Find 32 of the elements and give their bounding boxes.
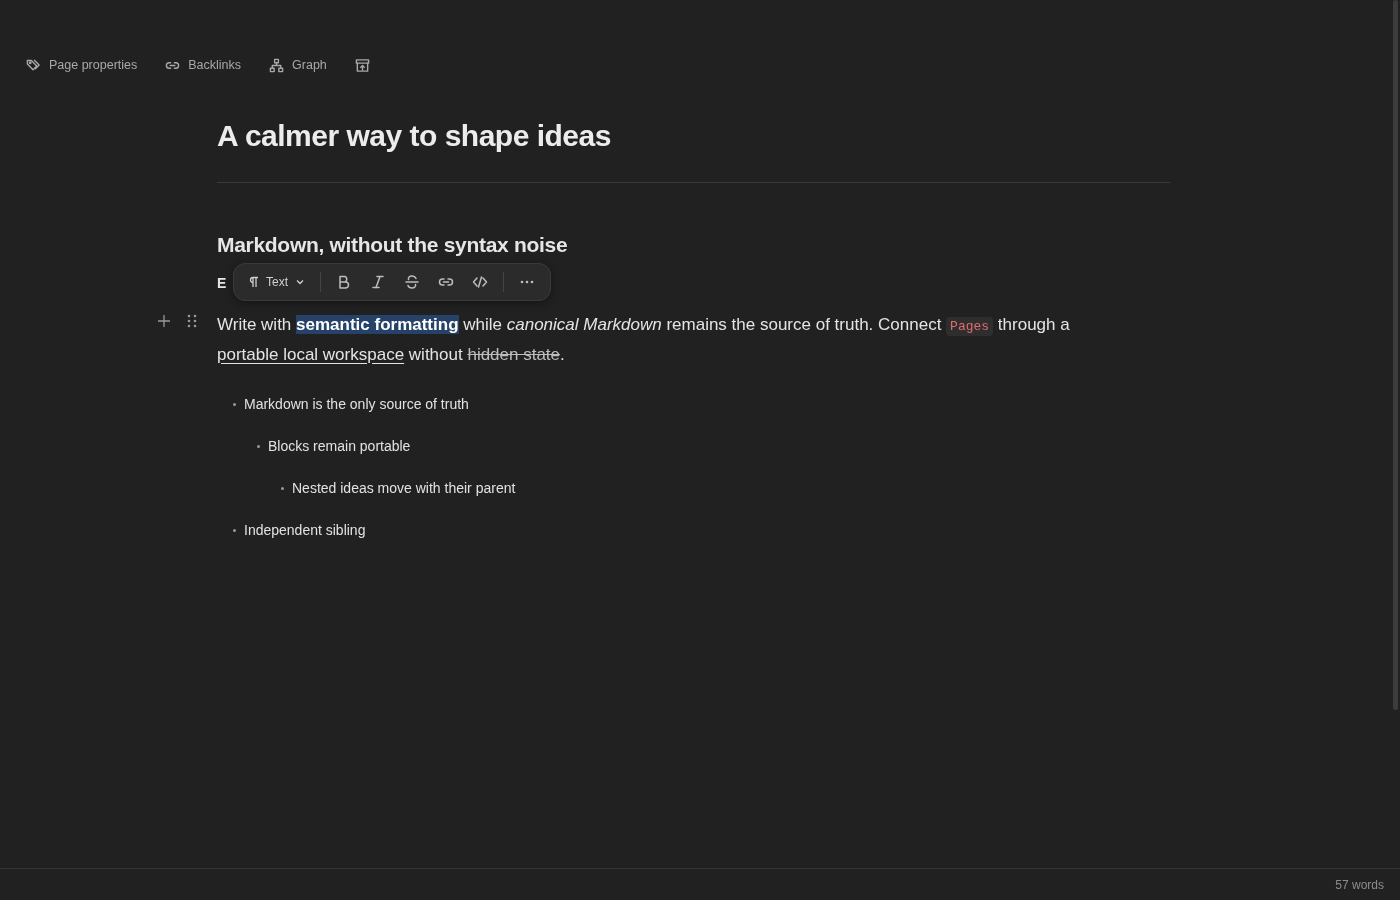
page-properties-button[interactable]: Page properties <box>26 57 138 73</box>
word-count: 57 words <box>1335 877 1384 892</box>
list-item: Blocks remain portable <box>268 438 411 454</box>
paragraph: Write with semantic formatting while canonical Markdown remains the source of truth. Connect Pages through a portable local workspace without hidden state. <box>217 314 1071 366</box>
list-item: Markdown is the only source of truth <box>244 396 469 412</box>
drag-handle-icon[interactable] <box>185 313 199 329</box>
link[interactable]: portable local workspace <box>217 345 405 364</box>
bold-icon <box>336 274 352 290</box>
paragraph-text: E <box>217 274 227 293</box>
bullet-icon <box>281 486 284 490</box>
italic-icon <box>370 274 386 290</box>
page-title: A calmer way to shape ideas <box>217 118 612 154</box>
archive-button[interactable] <box>354 57 370 73</box>
code-icon <box>472 274 488 290</box>
inline-code: Pages <box>946 317 994 336</box>
text-selection: semantic formatting <box>296 315 459 334</box>
scrollbar[interactable] <box>1393 0 1398 710</box>
list-item: Nested ideas move with their parent <box>292 480 516 496</box>
list-item: Independent sibling <box>244 522 366 538</box>
section-heading: Markdown, without the syntax noise <box>217 232 569 258</box>
bullet-icon <box>233 402 236 406</box>
strikethrough-icon <box>404 274 420 290</box>
archive-icon <box>354 57 370 73</box>
add-block-icon[interactable] <box>157 313 171 329</box>
graph-button[interactable]: Graph <box>269 57 327 73</box>
backlinks-button[interactable]: Backlinks <box>165 57 242 73</box>
graph-icon <box>269 57 285 73</box>
tag-icon <box>26 57 41 73</box>
paragraph-icon <box>248 276 260 288</box>
bullet-icon <box>257 444 260 448</box>
block-type-dropdown[interactable]: Text <box>244 268 312 296</box>
bullet-icon <box>233 528 236 532</box>
